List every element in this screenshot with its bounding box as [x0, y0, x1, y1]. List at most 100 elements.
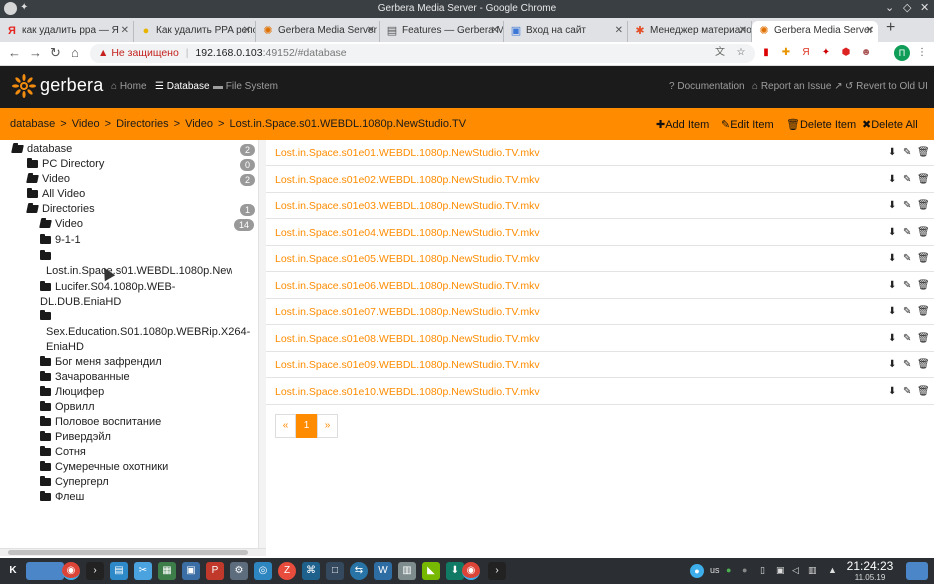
download-icon[interactable]: ⬇ — [888, 359, 896, 370]
edit-pencil-icon[interactable]: ✎ — [903, 333, 911, 344]
show-desktop-icon[interactable] — [906, 562, 928, 580]
item-link[interactable]: Lost.in.Space.s01e08.WEBDL.1080p.NewStud… — [275, 333, 540, 345]
translate-icon[interactable]: 文 — [714, 47, 726, 59]
browser-tab[interactable]: ● Как удалить PPA репо ✕ — [134, 21, 256, 42]
tree-node[interactable]: Люцифер — [40, 386, 104, 398]
extension-key-icon[interactable]: ✚ — [780, 47, 792, 59]
nav-database[interactable]: ☰ Database — [155, 81, 210, 92]
archive-task-icon[interactable]: ▥ — [398, 562, 416, 580]
close-tab-icon[interactable]: ✕ — [615, 21, 623, 41]
browser-tab-active[interactable]: ✺ Gerbera Media Server ✕ — [752, 21, 878, 42]
delete-all-button[interactable]: ✖Delete All — [862, 118, 918, 131]
image-viewer-task-icon[interactable]: ▣ — [182, 562, 200, 580]
item-link[interactable]: Lost.in.Space.s01e06.WEBDL.1080p.NewStud… — [275, 280, 540, 292]
edit-pencil-icon[interactable]: ✎ — [903, 227, 911, 238]
nav-report-issue[interactable]: ⌂ Report an Issue ↗ — [752, 81, 843, 92]
item-link[interactable]: Lost.in.Space.s01e04.WEBDL.1080p.NewStud… — [275, 227, 540, 239]
monitor-task-icon[interactable]: ▦ — [158, 562, 176, 580]
container-tree[interactable]: database 2 PC Directory 0 Video 2 All Video Dir… — [0, 140, 262, 556]
tray-skype-icon[interactable]: ● — [742, 565, 747, 575]
breadcrumb-item[interactable]: Directories — [116, 118, 169, 130]
tree-node[interactable]: PC Directory — [27, 158, 104, 170]
item-link[interactable]: Lost.in.Space.s01e02.WEBDL.1080p.NewStud… — [275, 174, 540, 186]
brand-name[interactable]: gerbera — [40, 75, 103, 96]
download-icon[interactable]: ⬇ — [888, 147, 896, 158]
system-clock[interactable]: 21:24:23 11.05.19 — [840, 559, 900, 582]
kde-launcher-icon[interactable]: K — [4, 562, 22, 580]
bookmark-star-icon[interactable]: ☆ — [735, 47, 747, 59]
console-window-task[interactable]: › — [488, 562, 506, 580]
tree-node[interactable]: Супергерл — [40, 476, 109, 488]
page-prev-button[interactable]: « — [275, 414, 296, 438]
edit-item-button[interactable]: ✎Edit Item — [721, 118, 774, 131]
breadcrumb-item[interactable]: database — [10, 118, 55, 130]
download-icon[interactable]: ⬇ — [888, 174, 896, 185]
warning-icon[interactable]: ▲ — [98, 47, 108, 59]
files-task-icon[interactable]: ▤ — [110, 562, 128, 580]
nav-revert-old-ui[interactable]: ↺ Revert to Old UI — [845, 81, 928, 92]
nvidia-task-icon[interactable]: ◣ — [422, 562, 440, 580]
tray-expand-icon[interactable]: ▲ — [828, 565, 837, 575]
tray-network-icon[interactable]: ▥ — [808, 565, 817, 576]
tree-node[interactable]: Video — [26, 173, 70, 185]
close-window-icon[interactable]: ✕ — [920, 1, 929, 14]
tree-node[interactable]: 9-1-1 — [40, 234, 81, 246]
terminal-task-icon[interactable]: › — [86, 562, 104, 580]
delete-trash-icon[interactable]: 🗑 — [917, 280, 930, 291]
item-link[interactable]: Lost.in.Space.s01e09.WEBDL.1080p.NewStud… — [275, 359, 540, 371]
forward-icon[interactable]: → — [29, 45, 42, 60]
keyboard-layout[interactable]: us — [710, 565, 720, 575]
download-icon[interactable]: ⬇ — [888, 227, 896, 238]
tree-horizontal-scrollbar[interactable] — [0, 548, 266, 556]
browser-tab[interactable]: ▣ Вход на сайт ✕ — [504, 21, 628, 42]
tree-node[interactable]: Lost.in.Space.s01.WEBDL.1080p.NewStudio.… — [40, 250, 240, 277]
page-current-button[interactable]: 1 — [296, 414, 317, 438]
close-tab-icon[interactable]: ✕ — [866, 21, 874, 41]
page-next-button[interactable]: » — [317, 414, 338, 438]
window-task-icon[interactable]: □ — [326, 562, 344, 580]
download-icon[interactable]: ⬇ — [888, 333, 896, 344]
nav-home[interactable]: ⌂ Home — [111, 81, 147, 92]
nav-filesystem[interactable]: ▬ File System — [213, 81, 278, 92]
edit-pencil-icon[interactable]: ✎ — [903, 147, 911, 158]
delete-trash-icon[interactable]: 🗑 — [917, 147, 930, 158]
delete-item-button[interactable]: 🗑Delete Item — [786, 118, 856, 131]
extension-red-icon[interactable]: ✦ — [820, 47, 832, 59]
edit-pencil-icon[interactable]: ✎ — [903, 200, 911, 211]
pdf-task-icon[interactable]: P — [206, 562, 224, 580]
screenshot-task-icon[interactable]: ✂ — [134, 562, 152, 580]
network-task-icon[interactable]: ◎ — [254, 562, 272, 580]
extension-flag-icon[interactable]: ▮ — [760, 47, 772, 59]
settings-task-icon[interactable]: ⚙ — [230, 562, 248, 580]
delete-trash-icon[interactable]: 🗑 — [917, 359, 930, 370]
desktop-pager[interactable] — [26, 562, 64, 580]
download-icon[interactable]: ⬇ — [888, 306, 896, 317]
download-icon[interactable]: ⬇ — [888, 200, 896, 211]
maximize-icon[interactable]: ◇ — [903, 1, 911, 14]
tray-volume-icon[interactable]: ◁ — [792, 565, 799, 576]
edit-pencil-icon[interactable]: ✎ — [903, 386, 911, 397]
breadcrumb-item[interactable]: Video — [185, 118, 213, 130]
item-link[interactable]: Lost.in.Space.s01e01.WEBDL.1080p.NewStud… — [275, 147, 540, 159]
tree-node[interactable]: Зачарованные — [40, 371, 130, 383]
profile-avatar[interactable]: П — [894, 45, 910, 61]
tree-node[interactable]: Сотня — [40, 446, 86, 458]
download-icon[interactable]: ⬇ — [888, 386, 896, 397]
delete-trash-icon[interactable]: 🗑 — [917, 253, 930, 264]
browser-tab[interactable]: ✱ Менеджер материалов ✕ — [628, 21, 752, 42]
menu-kebab-icon[interactable]: ⋮ — [916, 47, 928, 59]
delete-trash-icon[interactable]: 🗑 — [917, 386, 930, 397]
extension-shield-icon[interactable]: ⬢ — [840, 47, 852, 59]
close-tab-icon[interactable]: ✕ — [367, 21, 375, 41]
tray-lock-icon[interactable]: ▯ — [760, 565, 765, 576]
edit-pencil-icon[interactable]: ✎ — [903, 359, 911, 370]
download-icon[interactable]: ⬇ — [888, 253, 896, 264]
tree-node[interactable]: Половое воспитание — [40, 416, 161, 428]
edit-pencil-icon[interactable]: ✎ — [903, 306, 911, 317]
yandex-extension-icon[interactable]: Я — [800, 47, 812, 59]
tree-node[interactable]: database — [11, 143, 72, 155]
add-item-button[interactable]: ✚Add Item — [656, 118, 709, 131]
edit-pencil-icon[interactable]: ✎ — [903, 280, 911, 291]
ftp-task-icon[interactable]: Z — [278, 562, 296, 580]
tree-node[interactable]: Video — [39, 218, 83, 230]
